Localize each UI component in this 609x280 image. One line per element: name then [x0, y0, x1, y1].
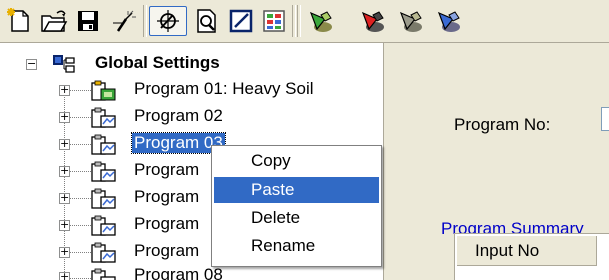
open-folder-icon[interactable]	[38, 6, 70, 36]
program-icon	[91, 134, 116, 155]
tree-guide-line	[69, 171, 91, 172]
tree-node-program-05[interactable]: Program	[134, 187, 199, 207]
application-window: − Global Settings + Program 01: Heavy So…	[0, 0, 609, 280]
tree-expand-icon[interactable]: +	[59, 246, 70, 258]
tree-guide-line	[69, 278, 91, 279]
tree-expand-icon[interactable]: +	[59, 138, 70, 150]
tree-guide-line	[69, 117, 91, 118]
tree-node-program-02[interactable]: Program 02	[134, 106, 223, 126]
grid-view-icon[interactable]	[258, 6, 290, 36]
new-document-icon[interactable]	[4, 6, 36, 36]
send-red-icon[interactable]	[357, 6, 389, 36]
program-icon	[91, 242, 116, 263]
toolbar-separator	[297, 5, 301, 37]
sprinkler-select-icon[interactable]	[149, 6, 187, 36]
tree-node-program-07[interactable]: Program	[134, 241, 199, 261]
toolbar	[0, 0, 609, 43]
menu-item-delete[interactable]: Delete	[214, 205, 379, 231]
tree-guide-line	[69, 198, 91, 199]
program-summary-table: Input No	[454, 233, 609, 280]
toolbar-separator	[292, 5, 296, 37]
toolbar-separator	[143, 5, 147, 37]
tree-guide-line	[69, 225, 91, 226]
send-blue-icon[interactable]	[433, 6, 465, 36]
pane-splitter[interactable]	[383, 43, 399, 280]
send-green-icon[interactable]	[305, 6, 337, 36]
tree-guide-line	[69, 252, 91, 253]
tree-root-label[interactable]: Global Settings	[95, 53, 220, 73]
edit-field-icon[interactable]	[225, 6, 257, 36]
tree-expand-icon[interactable]: +	[59, 165, 70, 177]
tree-node-program-08[interactable]: Program 08	[134, 265, 223, 280]
menu-item-paste[interactable]: Paste	[214, 177, 379, 203]
tree-node-program-04[interactable]: Program	[134, 160, 199, 180]
tree-node-program-06[interactable]: Program	[134, 214, 199, 234]
program-no-field[interactable]	[601, 107, 609, 131]
global-settings-icon	[52, 54, 75, 74]
tree-expand-icon[interactable]: +	[59, 84, 70, 96]
column-header-input-no[interactable]: Input No	[457, 236, 597, 266]
tree-expand-icon[interactable]: +	[59, 219, 70, 231]
tree-collapse-icon[interactable]: −	[26, 58, 37, 70]
program-details-pane: Program No: Program Summary Input No	[399, 43, 609, 280]
tree-expand-icon[interactable]: +	[59, 271, 70, 280]
program-icon	[91, 215, 116, 236]
print-preview-icon[interactable]	[191, 6, 223, 36]
program-icon	[91, 107, 116, 128]
tree-expand-icon[interactable]: +	[59, 111, 70, 123]
tree-node-program-01[interactable]: Program 01: Heavy Soil	[134, 79, 314, 99]
sprinkler-wand-icon[interactable]	[108, 6, 140, 36]
context-menu: Copy Paste Delete Rename	[211, 145, 382, 267]
program-icon	[91, 161, 116, 182]
send-gray-icon[interactable]	[395, 6, 427, 36]
menu-item-copy[interactable]: Copy	[214, 148, 379, 174]
menu-item-rename[interactable]: Rename	[214, 233, 379, 259]
tree-guide-line	[69, 90, 91, 91]
program-icon	[91, 188, 116, 209]
tree-guide-line	[69, 144, 91, 145]
program-active-icon	[91, 80, 116, 101]
program-icon	[91, 268, 116, 280]
tree-expand-icon[interactable]: +	[59, 192, 70, 204]
program-no-label: Program No:	[454, 115, 551, 134]
save-disk-icon[interactable]	[72, 6, 104, 36]
